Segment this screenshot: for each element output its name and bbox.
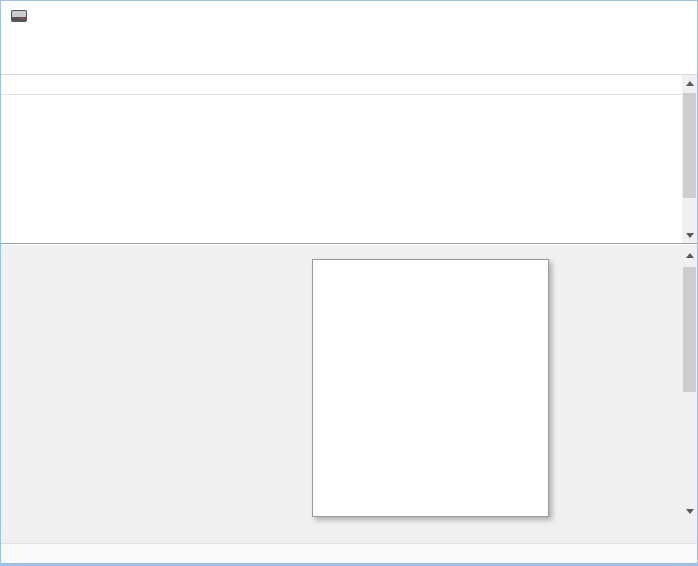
status-bar xyxy=(1,543,698,564)
maximize-button[interactable] xyxy=(607,1,652,31)
scrollbar-thumb[interactable] xyxy=(683,93,696,198)
scroll-down-button[interactable] xyxy=(682,227,697,243)
scroll-up-button[interactable] xyxy=(682,75,697,91)
menu-bar xyxy=(1,31,697,50)
disk-management-icon xyxy=(11,10,27,22)
context-menu xyxy=(312,259,549,517)
scrollbar-thumb[interactable] xyxy=(683,267,696,392)
disk-management-window xyxy=(0,0,698,566)
scroll-up-button[interactable] xyxy=(682,247,697,263)
window-controls xyxy=(562,1,697,31)
legend-bar xyxy=(1,521,698,543)
minimize-button[interactable] xyxy=(562,1,607,31)
scroll-down-button[interactable] xyxy=(682,503,697,519)
volume-list-scrollbar[interactable] xyxy=(682,75,697,243)
toolbar xyxy=(1,50,697,73)
volume-list-header xyxy=(1,75,698,95)
titlebar xyxy=(1,1,697,31)
volume-list xyxy=(1,74,698,244)
close-button[interactable] xyxy=(652,1,697,31)
graphical-view-scrollbar[interactable] xyxy=(682,247,697,519)
